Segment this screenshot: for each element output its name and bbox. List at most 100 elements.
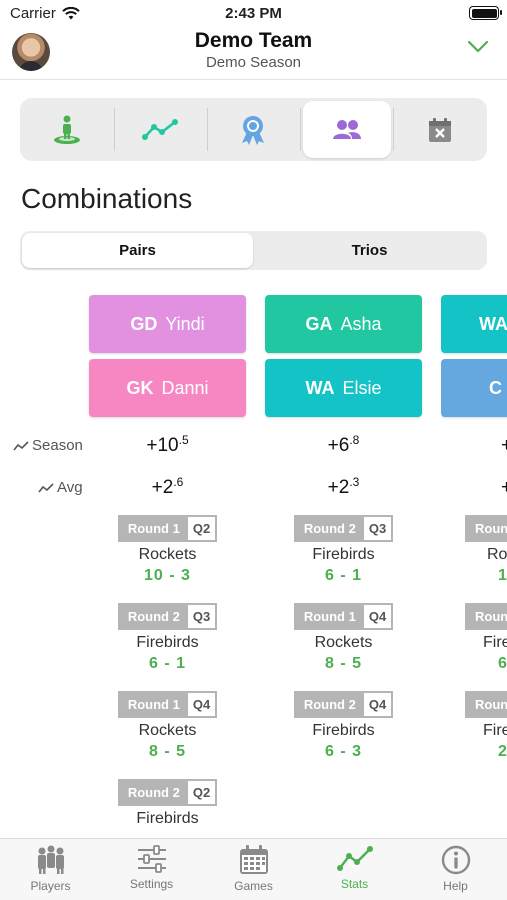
tab-combinations[interactable] [303,101,391,158]
season-value: +6.8 [327,433,360,456]
game-entry[interactable]: Round 2 Q3 Firebirds 6 - 1 [89,603,246,673]
battery-icon [469,6,502,20]
season-name[interactable]: Demo Season [0,54,507,71]
season-label: Season [32,437,83,454]
round-quarter-badge: Round 1 Q4 [117,691,218,718]
opponent-name: Fire [483,722,507,739]
player-chip[interactable]: GA Asha [265,295,422,353]
score: 10 - 3 [144,567,191,584]
score: 8 - 5 [148,743,186,760]
calendar-icon [239,845,268,874]
player-chip[interactable]: GD Yindi [89,295,246,353]
nav-label: Games [234,879,273,893]
avg-value: +2.6 [151,475,184,498]
nav-players[interactable]: Players [0,839,101,900]
combination-card[interactable]: WA C + + Round Ro 1 Round Fire 6 Round F… [441,295,507,815]
player-position-icon [54,115,80,144]
tab-absences[interactable] [396,101,484,158]
season-value: + [501,435,507,456]
nav-label: Stats [340,877,369,891]
nav-help[interactable]: Help [405,839,506,900]
player-name: Danni [161,377,209,398]
team-header: Demo Team Demo Season [0,26,507,80]
game-entry[interactable]: Round 2 Q4 Firebirds 6 - 3 [265,691,422,761]
round-quarter-badge: Round 1 Q4 [293,603,394,630]
trend-chart-icon [142,118,178,140]
score: 6 [498,655,507,672]
position-code: WA [479,313,507,334]
opponent-name: Firebirds [312,722,375,739]
avg-row-label: Avg [38,479,83,496]
player-chip[interactable]: GK Danni [89,359,246,417]
round-quarter-badge: Round 1 Q2 [117,515,218,542]
tab-awards[interactable] [209,101,297,158]
tab-player-positions[interactable] [23,101,111,158]
combination-card[interactable]: GD Yindi GK Danni +10.5 +2.6 Round 1 Q2 R… [89,295,246,827]
page-title: Combinations [21,183,193,214]
opponent-name: Fire [483,634,507,651]
combination-mode-switch: Pairs Trios [20,231,487,270]
bottom-tab-bar: Players Settings Games Stats Help [0,838,507,900]
game-entry[interactable]: Round 2 Q3 Firebirds 6 - 1 [265,515,422,585]
round-quarter-badge: Round 2 Q4 [293,691,394,718]
trend-small-icon [38,482,54,492]
game-entry[interactable]: Round 1 Q4 Rockets 8 - 5 [265,603,422,673]
score: 8 - 5 [324,655,362,672]
nav-settings[interactable]: Settings [101,839,202,900]
position-code: GA [305,313,333,334]
tab-trios[interactable]: Trios [254,233,485,268]
round-quarter-badge: Round [465,515,507,542]
opponent-name: Firebirds [136,634,199,651]
opponent-name: Firebirds [136,810,199,827]
clock: 2:43 PM [225,5,282,22]
score: 6 - 1 [148,655,186,672]
trend-chart-icon [336,846,373,871]
nav-label: Settings [129,877,174,891]
stats-view-selector [20,98,487,161]
nav-stats[interactable]: Stats [304,839,405,900]
calendar-x-icon [429,117,451,142]
avg-value: + [501,477,507,498]
people-pair-icon [333,119,361,139]
chevron-down-icon[interactable] [467,40,489,54]
team-name[interactable]: Demo Team [0,29,507,53]
position-code: GK [126,377,154,398]
season-value: +10.5 [146,433,189,456]
game-entry[interactable]: Round 2 Q2 Firebirds [89,779,246,831]
sliders-icon [137,845,166,873]
game-entry[interactable]: Round 1 Q4 Rockets 8 - 5 [89,691,246,761]
player-name: Asha [340,313,382,334]
season-row-label: Season [13,437,83,454]
player-chip[interactable]: WA Elsie [265,359,422,417]
round-quarter-badge: Round 2 Q2 [117,779,218,806]
avg-value: +2.3 [327,475,360,498]
tab-trends[interactable] [116,101,204,158]
nav-games[interactable]: Games [203,839,304,900]
info-icon [441,845,470,875]
game-entry[interactable]: Round Ro 1 [441,515,507,585]
game-entry[interactable]: Round Fire 2 [441,691,507,761]
opponent-name: Rockets [138,722,197,739]
game-entry[interactable]: Round 1 Q2 Rockets 10 - 3 [89,515,246,585]
position-code: WA [305,377,335,398]
game-entry[interactable]: Round Fire 6 [441,603,507,673]
opponent-name: Ro [487,546,507,563]
position-code: C [489,377,502,398]
avg-label: Avg [57,479,83,496]
tab-pairs[interactable]: Pairs [22,233,253,268]
round-quarter-badge: Round 2 Q3 [117,603,218,630]
round-quarter-badge: Round [465,603,507,630]
status-bar: Carrier 2:43 PM [0,0,507,26]
player-name: Elsie [342,377,382,398]
player-chip[interactable]: C [441,359,507,417]
round-quarter-badge: Round [465,691,507,718]
nav-label: Help [443,879,468,893]
combination-card[interactable]: GA Asha WA Elsie +6.8 +2.3 Round 2 Q3 Fir… [265,295,422,760]
award-ribbon-icon [242,115,264,145]
position-code: GD [130,313,158,334]
opponent-name: Rockets [138,546,197,563]
combinations-list[interactable]: Season Avg GD Yindi GK Danni +10.5 +2.6 … [0,280,507,838]
opponent-name: Firebirds [312,546,375,563]
player-name: Yindi [165,313,205,334]
player-chip[interactable]: WA [441,295,507,353]
